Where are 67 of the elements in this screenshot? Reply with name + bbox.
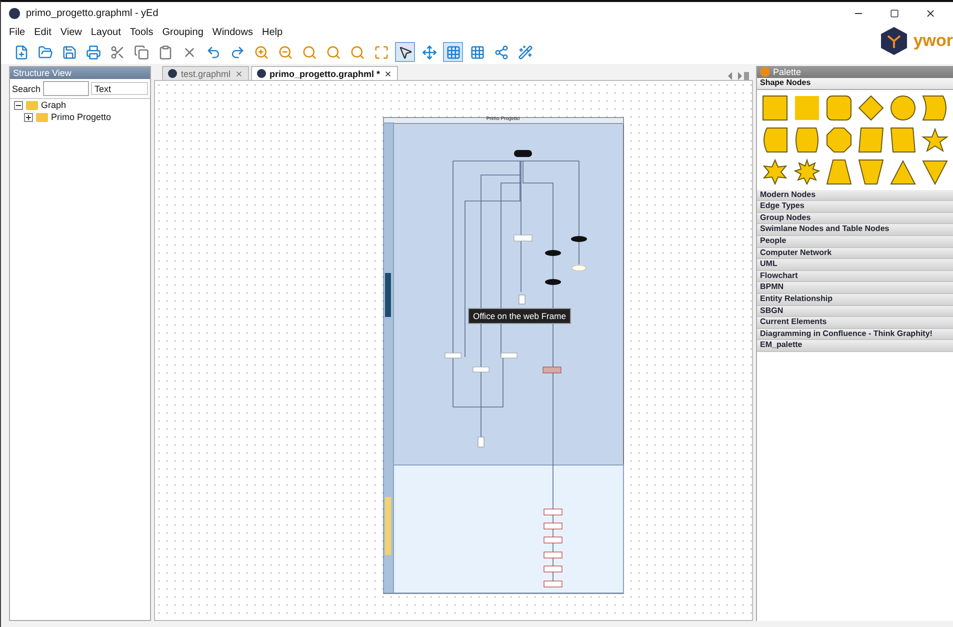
star-shape-icon[interactable] <box>921 126 949 154</box>
palette-section-header[interactable]: Shape Nodes <box>757 78 953 90</box>
tree-item[interactable]: Graph <box>41 100 66 110</box>
app-icon <box>9 8 20 18</box>
tree-item[interactable]: Primo Progetto <box>51 112 112 122</box>
palette-section-header[interactable]: Current Elements <box>757 317 953 329</box>
palette-section-header[interactable]: Entity Relationship <box>757 294 953 306</box>
palette-section-header[interactable]: People <box>757 236 953 248</box>
trapezoid-shape-icon[interactable] <box>857 158 885 186</box>
palette-section-header[interactable]: Edge Types <box>757 201 953 213</box>
palette-section-header[interactable]: BPMN <box>757 282 953 294</box>
square-shape-icon[interactable] <box>761 94 789 122</box>
menu-item[interactable]: File <box>9 26 26 38</box>
palette-section-header[interactable]: SBGN <box>757 306 953 318</box>
menu-item[interactable]: View <box>60 26 82 38</box>
trapezoid-shape-icon[interactable] <box>825 158 853 186</box>
menu-item[interactable]: Tools <box>130 26 154 38</box>
parallelogram-shape-icon[interactable] <box>857 126 885 154</box>
logo-icon <box>879 26 910 56</box>
close-icon[interactable] <box>924 8 936 18</box>
document-tab[interactable]: primo_progetto.graphml * <box>250 66 398 80</box>
palette-section-header[interactable]: Diagramming in Confluence - Think Graphity! <box>757 328 953 340</box>
filter-dropdown[interactable]: Text <box>90 82 148 95</box>
circle-shape-icon[interactable] <box>889 94 917 122</box>
parallelogram-shape-icon[interactable] <box>889 126 917 154</box>
menu-item[interactable]: Windows <box>212 26 253 38</box>
palette-section-header[interactable]: Modern Nodes <box>757 190 953 202</box>
expand-toggle[interactable] <box>24 112 33 122</box>
search-label: Search <box>12 84 41 94</box>
close-icon[interactable] <box>384 70 392 78</box>
maximize-icon[interactable] <box>890 8 898 18</box>
grid-icon[interactable] <box>443 42 463 62</box>
file-icon <box>256 69 266 78</box>
bent-square-shape-icon[interactable] <box>921 94 949 122</box>
palette-icon <box>760 67 770 77</box>
palette-section-header[interactable]: EM_palette <box>757 340 953 352</box>
palette-section-header[interactable]: Swimlane Nodes and Table Nodes <box>757 224 953 236</box>
logo-text: ywor <box>913 31 953 51</box>
file-icon <box>168 69 177 78</box>
palette-section-header[interactable]: Group Nodes <box>757 212 953 224</box>
menu-item[interactable]: Layout <box>90 26 121 38</box>
panel-title: Palette <box>773 67 802 77</box>
expand-toggle[interactable] <box>14 100 23 110</box>
palette-section-header[interactable]: UML <box>757 259 953 271</box>
menu-item[interactable]: Grouping <box>162 26 204 38</box>
rounded-rectangle-shape-icon[interactable] <box>793 126 821 154</box>
document-tab[interactable]: test.graphml <box>162 66 249 80</box>
tooltip: Office on the web Frame <box>468 308 571 324</box>
panel-title: Structure View <box>13 68 72 78</box>
search-field[interactable] <box>42 81 89 96</box>
diamond-shape-icon[interactable] <box>857 94 885 122</box>
palette-section-header[interactable]: Flowchart <box>757 270 953 282</box>
star-shape-icon[interactable] <box>793 158 821 186</box>
window-title: primo_progetto.graphml - yEd <box>26 8 160 18</box>
triangle-shape-icon[interactable] <box>921 158 949 186</box>
rounded-square-shape-icon[interactable] <box>825 94 853 122</box>
pointer-icon[interactable] <box>395 42 415 62</box>
palette-section-header[interactable]: Computer Network <box>757 248 953 260</box>
bent-square-shape-icon[interactable] <box>761 126 789 154</box>
star-shape-icon[interactable] <box>761 158 789 186</box>
folder-icon <box>26 100 38 110</box>
octagon-shape-icon[interactable] <box>825 126 853 154</box>
menu-item[interactable]: Help <box>262 26 283 38</box>
folder-icon <box>36 112 48 122</box>
triangle-shape-icon[interactable] <box>889 158 917 186</box>
tab-scroll-icon[interactable] <box>727 72 749 80</box>
menu-item[interactable]: Edit <box>34 26 52 38</box>
